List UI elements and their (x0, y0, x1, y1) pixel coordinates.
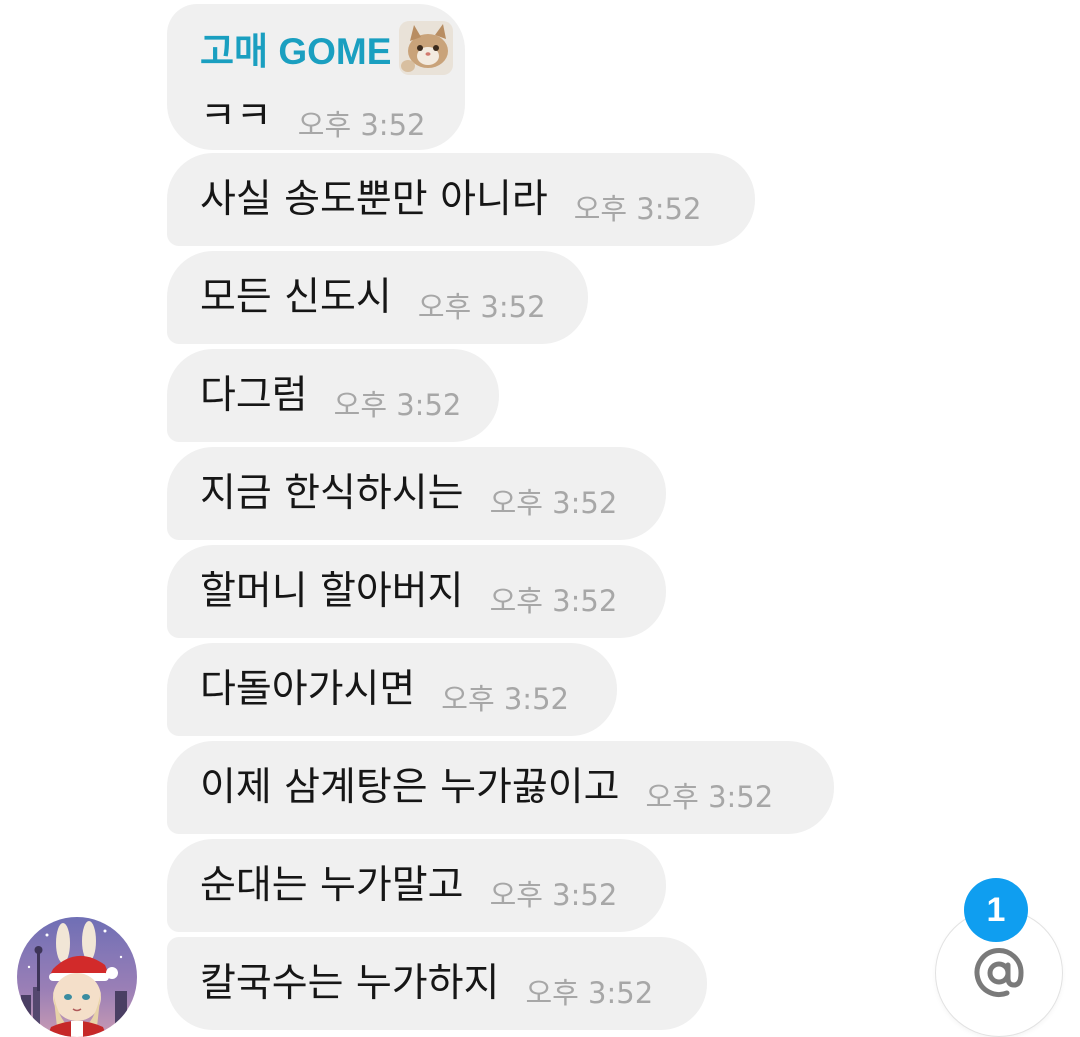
message-bubble[interactable]: 순대는 누가말고 오후 3:52 (167, 839, 666, 932)
sender-avatar[interactable] (17, 917, 137, 1037)
message-time: 오후 3:52 (645, 779, 774, 814)
at-sign-icon (974, 948, 1024, 997)
message-text: 사실 송도뿐만 아니라 (200, 177, 548, 222)
message-bubble[interactable]: 할머니 할아버지 오후 3:52 (167, 545, 666, 638)
message-bubble[interactable]: 이제 삼계탕은 누가끓이고 오후 3:52 (167, 741, 834, 834)
message-bubble[interactable]: 지금 한식하시는 오후 3:52 (167, 447, 666, 540)
message-time: 오후 3:52 (333, 387, 462, 422)
message-time: 오후 3:52 (417, 289, 546, 324)
message-text: 순대는 누가말고 (200, 863, 464, 908)
message-time: 오후 3:52 (297, 108, 426, 142)
message-text: 이제 삼계탕은 누가끓이고 (200, 765, 620, 810)
message-time: 오후 3:52 (489, 583, 618, 618)
mention-count-badge[interactable]: 1 (964, 878, 1028, 942)
message-text: 다돌아가시면 (200, 667, 416, 712)
message-bubble[interactable]: 칼국수는 누가하지 오후 3:52 (167, 937, 707, 1030)
message-text: 칼국수는 누가하지 (200, 961, 500, 1006)
message-time: 오후 3:52 (489, 485, 618, 520)
message-text: 다그럼 (200, 373, 308, 418)
message-time: 오후 3:52 (573, 191, 702, 226)
message-bubble[interactable]: 사실 송도뿐만 아니라 오후 3:52 (167, 153, 755, 246)
message-text: 지금 한식하시는 (200, 471, 464, 516)
cat-sticker-icon (399, 21, 454, 75)
message-text: 모든 신도시 (200, 275, 392, 320)
message-bubble[interactable]: 다돌아가시면 오후 3:52 (167, 643, 617, 736)
message-bubble[interactable]: 모든 신도시 오후 3:52 (167, 251, 588, 344)
message-time: 오후 3:52 (489, 877, 618, 912)
message-bubble[interactable]: 다그럼 오후 3:52 (167, 349, 499, 442)
message-text: 할머니 할아버지 (200, 569, 464, 614)
message-bubble[interactable]: 고매 GOME ㅋㅋ 오후 3:52 (167, 4, 465, 150)
sender-name[interactable]: 고매 GOME (200, 21, 391, 75)
message-time: 오후 3:52 (525, 975, 654, 1010)
message-time: 오후 3:52 (441, 681, 569, 716)
message-text: ㅋㅋ (200, 93, 272, 139)
bunny-santa-avatar-icon (17, 917, 137, 1037)
